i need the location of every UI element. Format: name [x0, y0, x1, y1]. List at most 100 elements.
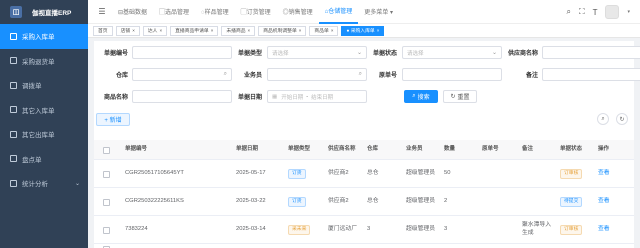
table-row[interactable]	[94, 244, 634, 248]
sidebar: ◫ 伽视直播ERP 采购入库单 采购退货单 调拨单 其它入库单 其它出库单 盘点…	[0, 0, 88, 248]
tab-product-list[interactable]: 商品单 ×	[309, 25, 339, 36]
search-button-label: 搜索	[417, 95, 430, 101]
doc-date-range[interactable]: ▦ 开始日期 - 结束日期	[267, 90, 367, 103]
close-icon[interactable]: ×	[159, 28, 162, 33]
cell-remark	[522, 160, 552, 188]
sidebar-item-label: 采购退货单	[22, 58, 55, 66]
tab-label: ● 采购入库单	[346, 29, 375, 34]
col-doc-no: 单据编号	[125, 146, 148, 153]
select-all-checkbox[interactable]	[103, 140, 110, 160]
select-placeholder: 请选择	[272, 50, 289, 57]
toolbar: + 新增	[96, 113, 130, 126]
sidebar-item-purchase-inbound[interactable]: 采购入库单	[0, 24, 88, 49]
tab-mechanism-adjust[interactable]: 商品机制调整单 ×	[258, 25, 307, 36]
sidebar-item-purchase-return[interactable]: 采购退货单	[0, 49, 88, 74]
cell-quantity: 50	[444, 170, 451, 177]
cell-doc-no: CGR25032222​5611KS	[125, 198, 184, 205]
sidebar-item-label: 统计分析	[22, 181, 48, 189]
search-icon[interactable]: ⌕	[567, 7, 571, 17]
view-link[interactable]: 查看	[598, 160, 610, 188]
close-icon[interactable]: ×	[331, 28, 334, 33]
top-menu-product-selection[interactable]: ▢选品管理	[153, 0, 195, 24]
col-remark: 备注	[522, 146, 534, 153]
fullscreen-icon[interactable]: ⛶	[579, 7, 585, 17]
row-checkbox[interactable]	[103, 188, 110, 216]
search-icon[interactable]: ⌕	[224, 71, 227, 78]
row-checkbox[interactable]	[103, 160, 110, 188]
top-menu-more[interactable]: 更多菜单 ▾	[358, 0, 399, 24]
search-button[interactable]: ⌕ 搜索	[404, 90, 438, 103]
tab-live-apply[interactable]: 直播商品申请单 ×	[170, 25, 219, 36]
top-menu-warehouse[interactable]: ⌂仓储管理	[318, 0, 359, 24]
table-row[interactable]: 7383224 2025-03-14 采未来 厦门远动厂 3 超级管理员 3 聚…	[94, 216, 634, 244]
search-icon[interactable]: ⌕	[359, 71, 362, 78]
sidebar-item-transfer[interactable]: 调拨单	[0, 73, 88, 98]
tab-shop[interactable]: 店铺 ×	[115, 25, 140, 36]
cell-salesman: 超级管理员	[406, 170, 435, 177]
product-name-input[interactable]	[132, 90, 232, 103]
doc-type-label: 单据类型	[237, 51, 262, 57]
col-salesman: 业务员	[406, 146, 423, 153]
top-menu-sales[interactable]: ◎销售管理	[277, 0, 319, 24]
document-icon	[10, 130, 17, 138]
top-bar: ☰ ⊟基础数据 ▢选品管理 ◌样品管理 ▢订货管理 ◎销售管理 ⌂仓储管理 更多…	[88, 0, 640, 24]
warehouse-label: 仓库	[115, 73, 128, 79]
tab-unaired[interactable]: 未播商品 ×	[221, 25, 256, 36]
table-row[interactable]: CGR25032222​5611KS 2025-03-22 订货 供应商2 总仓…	[94, 188, 634, 216]
cell-remark: 聚水潭导入生成	[522, 222, 551, 236]
row-checkbox[interactable]	[103, 216, 110, 244]
doc-no-label: 单据编号	[103, 51, 128, 57]
remark-input[interactable]	[542, 68, 640, 81]
doc-no-input[interactable]	[132, 46, 232, 59]
view-link[interactable]: 查看	[598, 216, 610, 244]
tab-home[interactable]: 首页	[93, 25, 113, 36]
filter-row-3: 商品名称 单据日期 ▦ 开始日期 - 结束日期 ⌕ 搜索 ↻ 重置	[94, 90, 477, 103]
row-checkbox[interactable]	[103, 244, 110, 248]
product-name-label: 商品名称	[103, 95, 128, 101]
tab-label: 首页	[98, 29, 108, 34]
status-badge: 订审核	[560, 224, 583, 236]
top-menu-sample[interactable]: ◌样品管理	[195, 0, 235, 24]
top-menu-base-data[interactable]: ⊟基础数据	[112, 0, 153, 24]
col-doc-type: 单据类型	[288, 146, 311, 153]
tab-purchase-inbound[interactable]: ● 采购入库单 ×	[341, 25, 385, 36]
warehouse-input[interactable]: ⌕	[132, 68, 232, 81]
salesman-input[interactable]: ⌕	[267, 68, 367, 81]
sidebar-item-other-outbound[interactable]: 其它出库单	[0, 122, 88, 147]
refresh-icon[interactable]: ↻	[616, 113, 628, 125]
hamburger-icon[interactable]: ☰	[92, 7, 112, 16]
view-link[interactable]: 查看	[598, 188, 610, 216]
top-menu-order[interactable]: ▢订货管理	[235, 0, 277, 24]
close-icon[interactable]: ×	[377, 28, 380, 33]
search-toggle-icon[interactable]: ⌕	[597, 113, 609, 125]
sidebar-item-statistics[interactable]: 统计分析 ⌄	[0, 171, 88, 196]
logo-icon: ◫	[10, 6, 22, 18]
caret-down-icon[interactable]: ▾	[627, 9, 630, 15]
close-icon[interactable]: ×	[132, 28, 135, 33]
origin-no-input[interactable]	[402, 68, 502, 81]
doc-status-select[interactable]: 请选择 ⌄	[402, 46, 502, 59]
close-icon[interactable]: ×	[248, 28, 251, 33]
cell-supplier: 厦门远动厂	[328, 226, 357, 233]
reset-button[interactable]: ↻ 重置	[443, 90, 477, 103]
app-logo[interactable]: ◫ 伽视直播ERP	[0, 0, 88, 24]
font-size-icon[interactable]: T	[593, 8, 598, 17]
sidebar-item-stocktake[interactable]: 盘点单	[0, 147, 88, 172]
avatar[interactable]	[605, 5, 620, 19]
add-button[interactable]: + 新增	[96, 113, 130, 126]
sidebar-item-label: 盘点单	[22, 156, 42, 164]
cell-doc-status: 订审核	[560, 160, 583, 188]
supplier-input[interactable]	[542, 46, 640, 59]
sidebar-item-other-inbound[interactable]: 其它入库单	[0, 98, 88, 123]
close-icon[interactable]: ×	[211, 28, 214, 33]
table-row[interactable]: CGR25051710564​5YT 2025-05-17 订货 供应商2 总仓…	[94, 160, 634, 188]
doc-type-select[interactable]: 请选择 ⌄	[267, 46, 367, 59]
col-quantity: 数量	[444, 146, 456, 153]
tab-label: 商品机制调整单	[263, 29, 297, 34]
document-icon	[10, 32, 17, 40]
tab-influencer[interactable]: 达人 ×	[142, 25, 168, 36]
cell-doc-no: CGR25051710564​5YT	[125, 170, 184, 177]
salesman-label: 业务员	[243, 73, 262, 79]
close-icon[interactable]: ×	[299, 28, 302, 33]
chart-icon	[10, 179, 17, 187]
